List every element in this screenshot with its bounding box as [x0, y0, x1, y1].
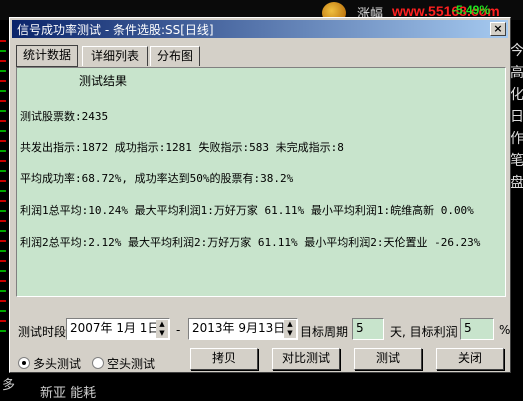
target-period-label: 目标周期	[300, 325, 349, 339]
short-test-radio[interactable]	[92, 357, 104, 369]
target-profit-input[interactable]: 5	[460, 318, 494, 340]
short-test-label[interactable]: 空头测试	[107, 355, 155, 372]
close-icon[interactable]: ×	[490, 22, 506, 36]
results-signals: 共发出指示:1872 成功指示:1281 失败指示:583 未完成指示:8	[20, 141, 344, 154]
spin-up-icon: ▲	[287, 320, 293, 328]
end-date-spinner[interactable]: ▲ ▼	[284, 320, 296, 338]
results-panel: 测试结果 测试股票数:2435 共发出指示:1872 成功指示:1281 失败指…	[16, 67, 506, 297]
date-separator: -	[176, 323, 181, 337]
background-bottom-text: 新亚 能耗	[40, 386, 97, 401]
background-bottom-left: 多	[2, 378, 16, 393]
results-success-rate: 平均成功率:68.72%, 成功率达到50%的股票有:38.2%	[20, 172, 294, 185]
results-profit1: 利润1总平均:10.24% 最大平均利润1:万好万家 61.11% 最小平均利润…	[20, 204, 474, 217]
long-test-radio[interactable]	[18, 357, 30, 369]
spin-down-icon: ▼	[159, 329, 165, 337]
tab-statistics[interactable]: 统计数据	[16, 45, 78, 67]
target-period-input[interactable]: 5	[352, 318, 384, 340]
tab-detail-list[interactable]: 详细列表	[82, 46, 148, 66]
spin-down-icon: ▼	[287, 329, 293, 337]
close-button[interactable]: 关闭	[436, 348, 504, 370]
background-chart-strip	[0, 40, 6, 340]
compare-test-button[interactable]: 对比测试	[272, 348, 340, 370]
spin-up-icon: ▲	[159, 320, 165, 328]
end-date-value: 2013年 9月13日	[192, 321, 286, 335]
results-heading: 测试结果	[79, 74, 128, 88]
dialog-title: 信号成功率测试 - 条件选股:SS[日线]	[17, 23, 214, 37]
tab-distribution[interactable]: 分布图	[150, 46, 200, 66]
period-label: 测试时段	[18, 325, 67, 339]
background-bottom-bar: 多 新亚 能耗	[0, 372, 523, 401]
dialog-titlebar[interactable]: 信号成功率测试 - 条件选股:SS[日线] ×	[12, 20, 508, 38]
results-profit2: 利润2总平均:2.12% 最大平均利润2:万好万家 61.11% 最小平均利润2…	[20, 236, 481, 249]
end-date-picker[interactable]: 2013年 9月13日 ▲ ▼	[188, 318, 298, 340]
long-test-label[interactable]: 多头测试	[33, 355, 81, 372]
test-button[interactable]: 测试	[354, 348, 422, 370]
background-right-text: 今高化日作笔盘	[510, 43, 523, 191]
results-stock-count: 测试股票数:2435	[20, 110, 109, 123]
start-date-value: 2007年 1月 1日	[70, 321, 160, 335]
start-date-picker[interactable]: 2007年 1月 1日 ▲ ▼	[66, 318, 170, 340]
signal-success-test-dialog: 信号成功率测试 - 条件选股:SS[日线] × 统计数据 详细列表 分布图 测试…	[9, 17, 511, 373]
percent-sign: %	[499, 323, 511, 337]
start-date-spinner[interactable]: ▲ ▼	[156, 320, 168, 338]
target-profit-label: 天, 目标利润	[390, 325, 458, 339]
copy-button[interactable]: 拷贝	[190, 348, 258, 370]
background-price-change: -5.49%	[452, 3, 491, 17]
